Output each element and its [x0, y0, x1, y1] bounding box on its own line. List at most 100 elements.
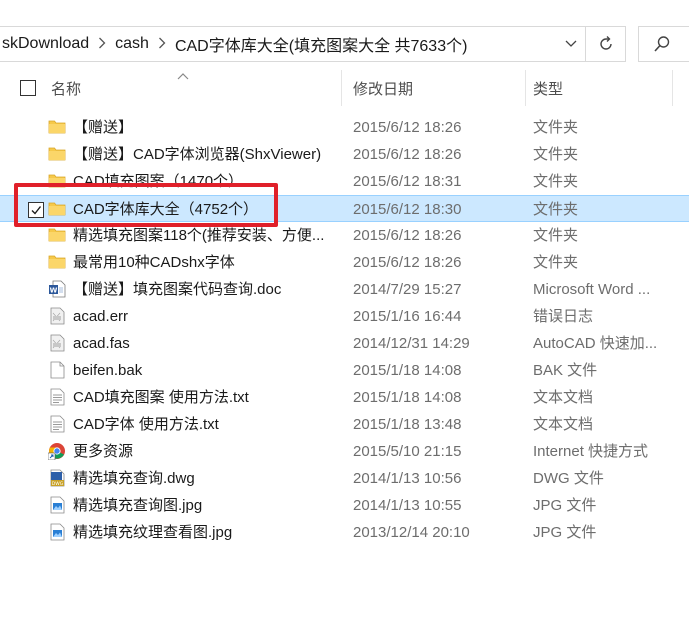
file-date: 2015/6/12 18:26 — [353, 227, 462, 244]
file-type: DWG 文件 — [533, 470, 604, 487]
list-item[interactable]: 精选填充图案118个(推荐安装、方便... 2015/6/12 18:26 文件夹 — [0, 222, 689, 249]
file-type: Microsoft Word ... — [533, 281, 651, 298]
file-date: 2014/1/13 10:56 — [353, 470, 462, 487]
folder-icon — [48, 253, 66, 271]
file-type: 文本文档 — [533, 389, 594, 406]
list-item[interactable]: 【赠送】 2015/6/12 18:26 文件夹 — [0, 114, 689, 141]
list-item[interactable]: 精选填充查询图.jpg 2014/1/13 10:55 JPG 文件 — [0, 492, 689, 519]
file-date: 2013/12/14 20:10 — [353, 524, 470, 541]
list-item[interactable]: DWG 精选填充查询.dwg 2014/1/13 10:56 DWG 文件 — [0, 465, 689, 492]
chevron-down-icon[interactable] — [563, 35, 579, 51]
breadcrumb-item-current[interactable]: CAD字体库大全(填充图案大全 共7633个) — [173, 32, 469, 56]
list-item[interactable]: CAD填充图案（1470个） 2015/6/12 18:31 文件夹 — [0, 168, 689, 195]
file-name[interactable]: 【赠送】填充图案代码查询.doc — [73, 276, 341, 303]
folder-icon — [48, 200, 66, 218]
file-name[interactable]: CAD填充图案 使用方法.txt — [73, 384, 341, 411]
image-file-icon — [48, 496, 66, 514]
folder-icon — [48, 226, 66, 244]
file-type: 文件夹 — [533, 146, 579, 163]
file-date: 2015/6/12 18:31 — [353, 173, 462, 190]
list-item[interactable]: CAD填充图案 使用方法.txt 2015/1/18 14:08 文本文档 — [0, 384, 689, 411]
refresh-icon — [599, 36, 612, 50]
list-item[interactable]: 精选填充纹理查看图.jpg 2013/12/14 20:10 JPG 文件 — [0, 519, 689, 546]
file-type: 文件夹 — [533, 254, 579, 271]
blank-file-icon — [48, 361, 66, 379]
breadcrumb-item-cash[interactable]: cash — [113, 35, 151, 53]
file-name[interactable]: 更多资源 — [73, 438, 341, 465]
file-date: 2014/1/13 10:55 — [353, 497, 462, 514]
select-all-checkbox[interactable] — [20, 80, 36, 96]
file-name[interactable]: 【赠送】 — [73, 114, 341, 141]
file-type: JPG 文件 — [533, 497, 597, 514]
file-name[interactable]: 精选填充图案118个(推荐安装、方便... — [73, 222, 341, 249]
list-item[interactable]: 【赠送】CAD字体浏览器(ShxViewer) 2015/6/12 18:26 文件… — [0, 141, 689, 168]
file-type: 文件夹 — [533, 173, 579, 190]
chevron-right-icon[interactable] — [151, 36, 173, 52]
search-icon — [654, 36, 670, 52]
file-name[interactable]: CAD字体库大全（4752个） — [73, 196, 341, 223]
file-type: AutoCAD 快速加... — [533, 335, 658, 352]
file-date: 2014/12/31 14:29 — [353, 335, 470, 352]
row-checkbox[interactable] — [28, 202, 44, 218]
file-type: 文件夹 — [533, 227, 579, 244]
breadcrumb-item-download[interactable]: skDownload — [0, 35, 91, 53]
file-name[interactable]: 最常用10种CADshx字体 — [73, 249, 341, 276]
chevron-right-icon[interactable] — [91, 36, 113, 52]
column-header-name[interactable]: 名称 — [51, 70, 81, 106]
file-name[interactable]: CAD字体 使用方法.txt — [73, 411, 341, 438]
file-type: 错误日志 — [533, 308, 594, 325]
folder-icon — [48, 145, 66, 163]
checkmark-icon — [31, 206, 42, 215]
file-type: 文件夹 — [533, 201, 579, 218]
file-date: 2015/6/12 18:26 — [353, 254, 462, 271]
column-header-date[interactable]: 修改日期 — [353, 70, 413, 106]
file-type: 文件夹 — [533, 119, 579, 136]
list-item[interactable]: CAD字体 使用方法.txt 2015/1/18 13:48 文本文档 — [0, 411, 689, 438]
file-date: 2015/1/18 14:08 — [353, 389, 462, 406]
column-divider[interactable] — [672, 70, 673, 106]
list-item[interactable]: acad.err 2015/1/16 16:44 错误日志 — [0, 303, 689, 330]
svg-text:W: W — [50, 287, 58, 295]
search-box[interactable] — [638, 26, 689, 62]
column-divider[interactable] — [341, 70, 342, 106]
list-item[interactable]: W 【赠送】填充图案代码查询.doc 2014/7/29 15:27 Microsof… — [0, 276, 689, 303]
file-type: BAK 文件 — [533, 362, 598, 379]
image-file-icon — [48, 523, 66, 541]
column-header: 名称 修改日期 类型 — [0, 70, 689, 106]
file-date: 2014/7/29 15:27 — [353, 281, 462, 298]
svg-text:DWG: DWG — [52, 481, 64, 487]
chrome-shortcut-icon — [47, 442, 66, 461]
file-date: 2015/6/12 18:30 — [353, 201, 462, 218]
file-name[interactable]: acad.err — [73, 303, 341, 330]
refresh-button[interactable] — [586, 26, 626, 62]
list-item[interactable]: beifen.bak 2015/1/18 14:08 BAK 文件 — [0, 357, 689, 384]
column-divider[interactable] — [525, 70, 526, 106]
list-item[interactable]: 更多资源 2015/5/10 21:15 Internet 快捷方式 — [0, 438, 689, 465]
file-date: 2015/6/12 18:26 — [353, 119, 462, 136]
file-name[interactable]: 精选填充纹理查看图.jpg — [73, 519, 341, 546]
breadcrumb: skDownload cash CAD字体库大全(填充图案大全 共7633个) — [0, 27, 469, 61]
file-date: 2015/1/18 13:48 — [353, 416, 462, 433]
address-bar-row: skDownload cash CAD字体库大全(填充图案大全 共7633个) — [0, 0, 689, 62]
file-name[interactable]: acad.fas — [73, 330, 341, 357]
file-name[interactable]: 精选填充查询.dwg — [73, 465, 341, 492]
folder-icon — [48, 172, 66, 190]
address-bar[interactable]: skDownload cash CAD字体库大全(填充图案大全 共7633个) — [0, 26, 586, 62]
file-date: 2015/1/16 16:44 — [353, 308, 462, 325]
list-item[interactable]: CAD字体库大全（4752个） 2015/6/12 18:30 文件夹 — [0, 195, 689, 222]
folder-icon — [48, 118, 66, 136]
text-file-icon — [48, 415, 66, 433]
file-name[interactable]: CAD填充图案（1470个） — [73, 168, 341, 195]
file-date: 2015/6/12 18:26 — [353, 146, 462, 163]
file-name[interactable]: beifen.bak — [73, 357, 341, 384]
file-type: Internet 快捷方式 — [533, 443, 649, 460]
file-name[interactable]: 精选填充查询图.jpg — [73, 492, 341, 519]
column-header-type[interactable]: 类型 — [533, 70, 563, 106]
file-name[interactable]: 【赠送】CAD字体浏览器(ShxViewer) — [73, 141, 341, 168]
list-item[interactable]: acad.fas 2014/12/31 14:29 AutoCAD 快速加... — [0, 330, 689, 357]
file-date: 2015/5/10 21:15 — [353, 443, 462, 460]
list-item[interactable]: 最常用10种CADshx字体 2015/6/12 18:26 文件夹 — [0, 249, 689, 276]
file-list: 【赠送】 2015/6/12 18:26 文件夹 【赠送】CAD字体浏览器(ShxVi… — [0, 114, 689, 546]
file-type: JPG 文件 — [533, 524, 597, 541]
generic-file-icon — [48, 334, 66, 352]
